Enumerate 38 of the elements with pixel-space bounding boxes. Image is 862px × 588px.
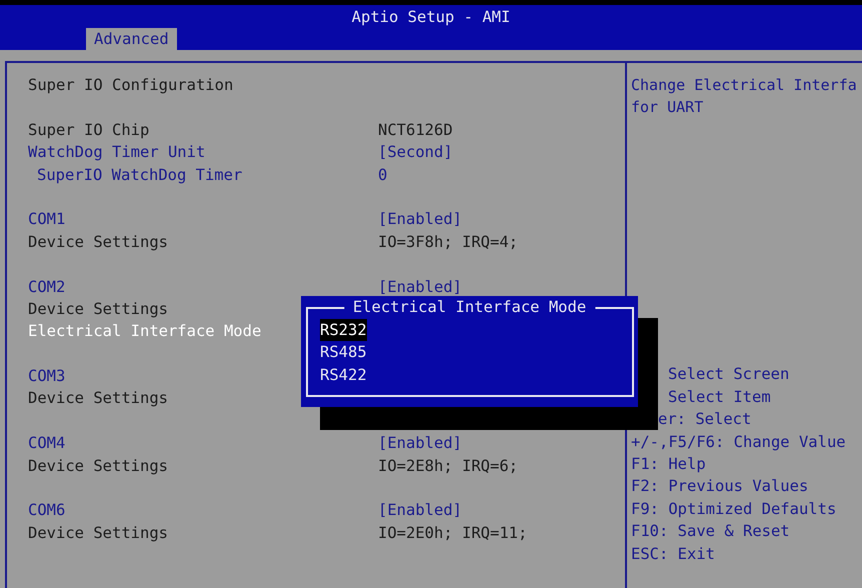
setting-label: Super IO Chip [28, 120, 150, 141]
setting-label[interactable]: WatchDog Timer Unit [28, 141, 378, 164]
setting-label[interactable]: SuperIO WatchDog Timer [28, 164, 378, 186]
setting-value[interactable]: [Enabled] [378, 499, 462, 522]
setting-label: Device Settings [28, 388, 169, 410]
key-hint: F2: Previous Values [631, 476, 810, 498]
help-text: Change Electrical Interfa [631, 75, 857, 96]
setting-value[interactable]: 0 [378, 164, 388, 186]
help-text: for UART [631, 97, 704, 118]
setting-label[interactable]: COM1 [28, 208, 378, 231]
key-hint: F10: Save & Reset [631, 521, 791, 542]
setting-value[interactable]: [Enabled] [378, 276, 462, 298]
setting-label[interactable]: COM2 [28, 276, 378, 298]
setting-value: NCT6126D [378, 120, 453, 141]
setting-value[interactable]: [Enabled] [378, 208, 462, 231]
key-hint: Select Item [667, 386, 772, 408]
key-hint: F9: Optimized Defaults [631, 498, 838, 520]
setting-label: Device Settings [28, 522, 169, 544]
setting-label: Device Settings [28, 456, 169, 477]
setting-label[interactable]: COM4 [28, 432, 378, 455]
popup-option[interactable]: RS485 [320, 341, 367, 364]
popup-option[interactable]: RS232 [320, 319, 367, 342]
section-heading: Super IO Configuration [28, 75, 234, 96]
key-hint: ESC: Exit [631, 544, 716, 565]
key-hint: +/-,F5/F6: Change Value [631, 432, 847, 453]
popup-option[interactable]: RS422 [320, 364, 367, 386]
tab[interactable]: Advanced [86, 28, 177, 50]
key-hint: er: Select [657, 409, 752, 430]
setting-label: Device Settings [28, 232, 169, 253]
setting-value: IO=2E8h; IRQ=6; [378, 456, 518, 477]
key-hint: Select Screen [667, 364, 790, 386]
setting-label[interactable]: COM6 [28, 499, 378, 522]
setting-value: IO=2E0h; IRQ=11; [378, 522, 528, 544]
window-title: Aptio Setup - AMI [350, 7, 512, 28]
setting-value[interactable]: [Second] [378, 141, 453, 164]
key-hint: F1: Help [631, 454, 707, 476]
setting-value[interactable]: [Enabled] [378, 432, 462, 455]
setting-value: IO=3F8h; IRQ=4; [378, 232, 518, 253]
